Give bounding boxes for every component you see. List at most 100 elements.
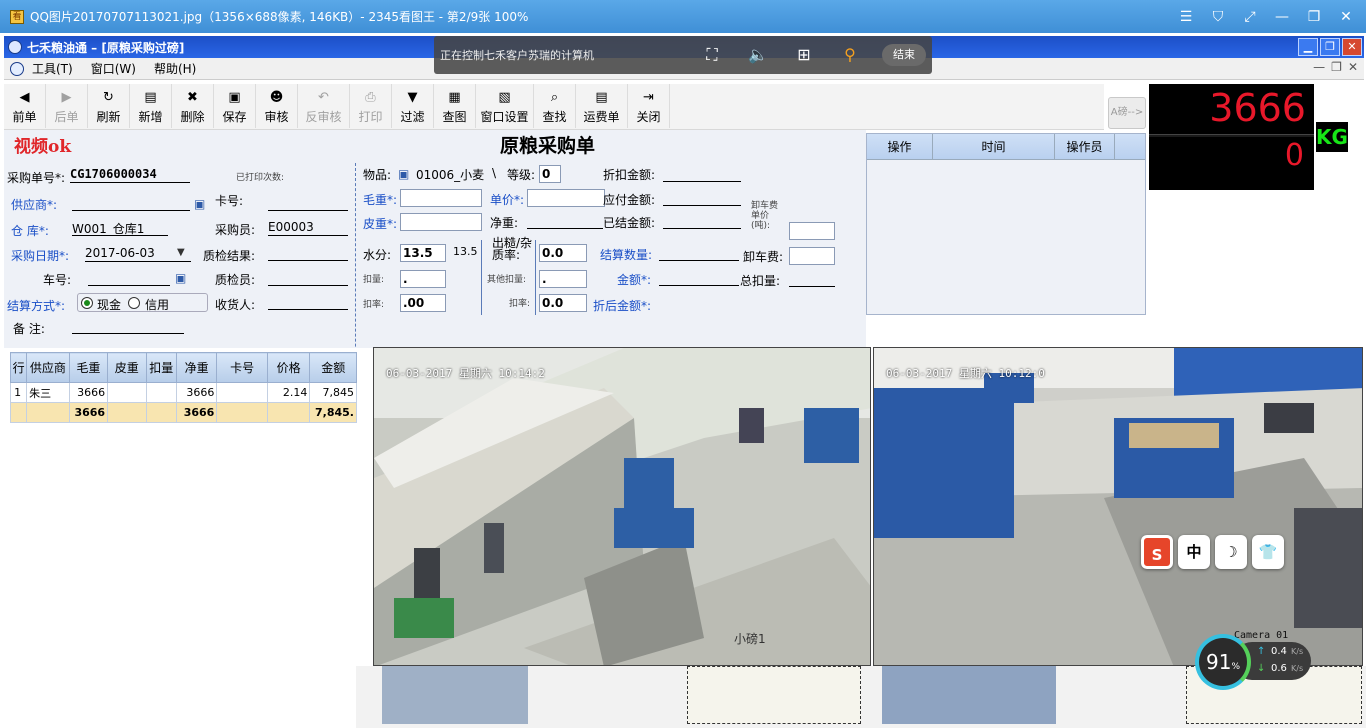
- menu-window[interactable]: 窗口(W): [91, 60, 136, 77]
- grid-col-card[interactable]: 卡号: [216, 352, 268, 383]
- toolbar-button-11[interactable]: ▧ 窗口设置: [476, 84, 534, 128]
- viewer-close-icon[interactable]: ✕: [1330, 6, 1362, 28]
- moisture-input[interactable]: 13.5: [400, 244, 446, 262]
- settle-qty-field[interactable]: [659, 245, 739, 261]
- grid-col-gross[interactable]: 毛重: [68, 352, 109, 383]
- menu-help[interactable]: 帮助(H): [154, 60, 196, 77]
- app-restore-icon[interactable]: ❐: [1320, 38, 1340, 56]
- radio-credit[interactable]: [128, 297, 140, 309]
- other-deduct-input[interactable]: .: [539, 270, 587, 288]
- grid-col-tare[interactable]: 皮重: [107, 352, 147, 383]
- toolbar-button-5[interactable]: ▣ 保存: [214, 84, 256, 128]
- grid-col-deduct[interactable]: 扣量: [145, 352, 177, 383]
- qc-person-field[interactable]: [268, 270, 348, 286]
- gross-weight-label: 毛重*:: [363, 193, 398, 207]
- end-session-button[interactable]: 结束: [882, 44, 926, 66]
- remark-field[interactable]: [72, 318, 184, 334]
- toolbar-button-4[interactable]: ✖ 删除: [172, 84, 214, 128]
- volume-icon[interactable]: 🔈: [744, 43, 772, 67]
- radio-cash[interactable]: [81, 297, 93, 309]
- unit-price-input[interactable]: [527, 189, 605, 207]
- receiver-label: 收货人:: [215, 298, 256, 312]
- grid-col-amount[interactable]: 金额: [309, 352, 357, 383]
- camera-feed-1[interactable]: 06-03-2017 星期六 10:14:2 小磅1: [373, 347, 871, 666]
- viewer-maximize-icon[interactable]: ❐: [1298, 6, 1330, 28]
- screen-fit-icon[interactable]: ⛶: [698, 43, 726, 67]
- deduct-rate2-input[interactable]: 0.0: [539, 294, 587, 312]
- remark-label: 备 注:: [13, 322, 45, 336]
- date-dropdown-icon[interactable]: ▼: [177, 247, 193, 261]
- net-weight-field[interactable]: [527, 213, 603, 229]
- mdi-restore-icon[interactable]: ❐: [1331, 60, 1342, 74]
- warehouse-field[interactable]: W001_仓库1: [72, 220, 168, 236]
- vehicle-field[interactable]: [88, 270, 170, 286]
- network-monitor[interactable]: ↑ 0.4 K/s ↓ 0.6 K/s 91%: [1195, 634, 1311, 690]
- purchase-date-field[interactable]: 2017-06-03: [85, 246, 191, 262]
- amount-field[interactable]: [659, 270, 739, 286]
- viewer-skin-icon[interactable]: ⛉: [1202, 6, 1234, 28]
- toolbar-button-10[interactable]: ▦ 查图: [434, 84, 476, 128]
- toolbar-button-3[interactable]: ▤ 新增: [130, 84, 172, 128]
- op-col-time[interactable]: 时间: [933, 134, 1055, 159]
- toolbar-button-14[interactable]: ⇥ 关闭: [628, 84, 670, 128]
- toolbar-button-8[interactable]: ⎙ 打印: [350, 84, 392, 128]
- ime-skin-icon[interactable]: 👕: [1252, 535, 1284, 569]
- grid-col-net[interactable]: 净重: [175, 352, 218, 383]
- toolbar-button-2[interactable]: ↻ 刷新: [88, 84, 130, 128]
- toolbar-button-13[interactable]: ▤ 运费单: [576, 84, 628, 128]
- gross-weight-input[interactable]: [400, 189, 482, 207]
- op-col-operator[interactable]: 操作员: [1055, 134, 1115, 159]
- goods-lookup-icon[interactable]: ▣: [398, 167, 414, 181]
- mdi-minimize-icon[interactable]: —: [1313, 60, 1325, 74]
- ime-logo-icon[interactable]: S: [1141, 535, 1173, 569]
- thumbnail-empty[interactable]: [687, 666, 861, 724]
- camera-feed-2[interactable]: 06-03-2017 星期六 10:12:0: [873, 347, 1363, 666]
- toolbar-button-0[interactable]: ◀ 前单: [4, 84, 46, 128]
- discount-amount-field[interactable]: [663, 166, 741, 182]
- unload-fee-input[interactable]: [789, 247, 835, 265]
- window-grid-icon[interactable]: ⊞: [790, 43, 818, 67]
- purchase-form: [4, 130, 866, 348]
- vehicle-lookup-icon[interactable]: ▣: [175, 271, 191, 285]
- pin-icon[interactable]: ⚲: [836, 43, 864, 67]
- supplier-lookup-icon[interactable]: ▣: [194, 197, 210, 211]
- total-deduct-field[interactable]: [789, 271, 835, 287]
- payable-field[interactable]: [663, 190, 741, 206]
- grid-col-supplier[interactable]: 供应商: [26, 352, 70, 383]
- grade-input[interactable]: 0: [539, 165, 561, 183]
- table-row[interactable]: 1 朱三 3666 3666 2.14 7,845: [9, 382, 357, 403]
- menu-tools[interactable]: 工具(T): [32, 60, 73, 77]
- receiver-field[interactable]: [268, 294, 348, 310]
- grid-col-price[interactable]: 价格: [266, 352, 311, 383]
- buyer-field[interactable]: E00003: [268, 220, 348, 236]
- supplier-field[interactable]: [72, 195, 190, 211]
- scale-a-button[interactable]: A磅-->: [1108, 97, 1146, 129]
- unload-price-input[interactable]: [789, 222, 835, 240]
- thumbnail-camera-1[interactable]: [382, 666, 528, 724]
- tare-weight-input[interactable]: [400, 213, 482, 231]
- order-no-value[interactable]: CG1706000034: [70, 167, 190, 183]
- mdi-close-icon[interactable]: ✕: [1348, 60, 1358, 74]
- viewer-minimize-icon[interactable]: —: [1266, 6, 1298, 28]
- settled-amount-field[interactable]: [663, 213, 741, 229]
- toolbar-button-9[interactable]: ▼ 过滤: [392, 84, 434, 128]
- toolbar-button-7[interactable]: ↶ 反审核: [298, 84, 350, 128]
- qc-result-field[interactable]: [268, 245, 348, 261]
- viewer-menu-icon[interactable]: ☰: [1170, 6, 1202, 28]
- ime-moon-icon[interactable]: ☽: [1215, 535, 1247, 569]
- card-no-field[interactable]: [268, 195, 348, 211]
- app-minimize-icon[interactable]: ▁: [1298, 38, 1318, 56]
- toolbar-button-6[interactable]: ☻ 审核: [256, 84, 298, 128]
- app-close-icon[interactable]: ✕: [1342, 38, 1362, 56]
- thumbnail-camera-2[interactable]: [882, 666, 1056, 724]
- op-col-action[interactable]: 操作: [867, 134, 933, 159]
- deduct-qty-input[interactable]: .: [400, 270, 446, 288]
- grid-col-row[interactable]: 行: [9, 352, 28, 383]
- goods-value[interactable]: 01006_小麦: [416, 166, 484, 183]
- toolbar-button-1[interactable]: ▶ 后单: [46, 84, 88, 128]
- deduct-rate-input[interactable]: .00: [400, 294, 446, 312]
- ime-chinese-toggle[interactable]: 中: [1178, 535, 1210, 569]
- toolbar-button-12[interactable]: ⌕ 查找: [534, 84, 576, 128]
- viewer-fullscreen-icon[interactable]: ⤢: [1234, 6, 1266, 28]
- yield-input[interactable]: 0.0: [539, 244, 587, 262]
